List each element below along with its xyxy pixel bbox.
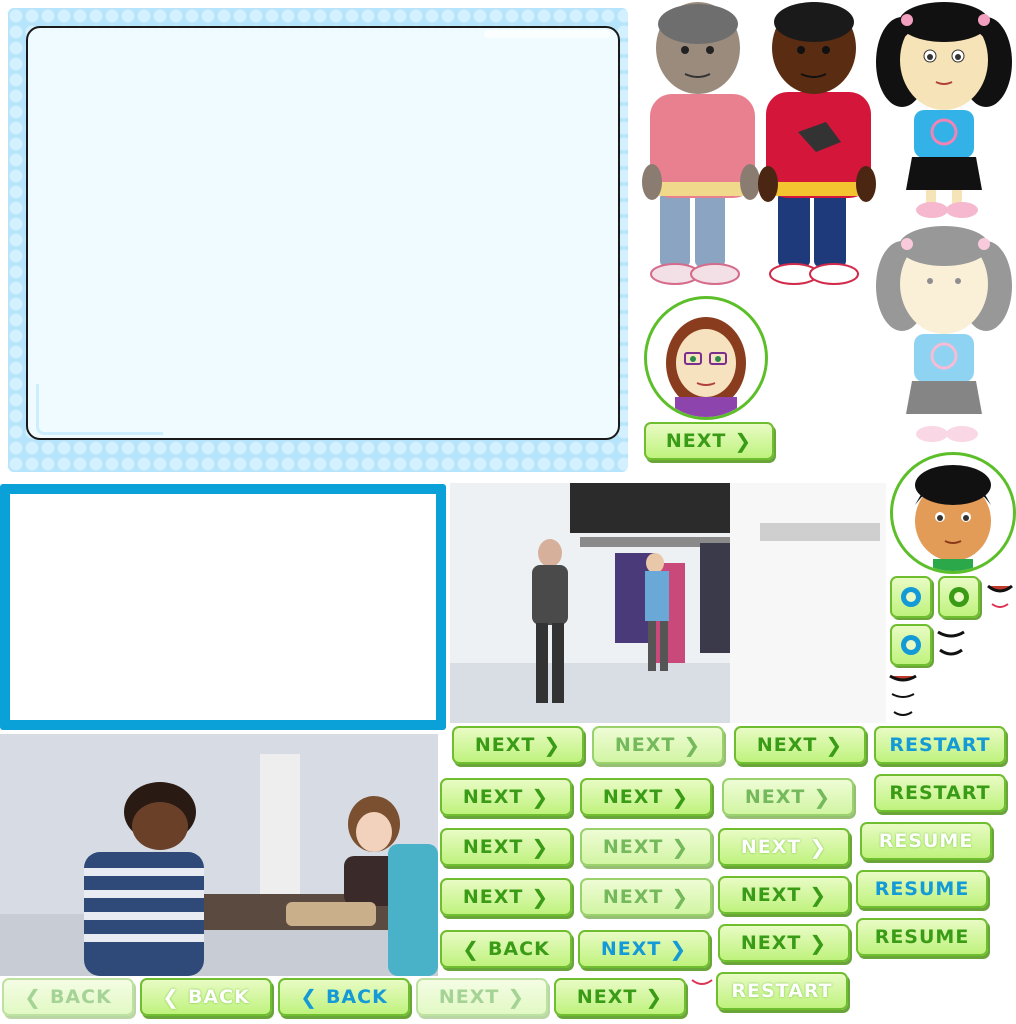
resume-button-label: RESUME [878,830,974,852]
boy-character [758,2,876,285]
chevron-right-icon: ❯ [671,785,690,809]
next-button[interactable]: NEXT ❯ [440,828,572,866]
next-button[interactable]: NEXT ❯ [452,726,584,764]
resume-button-label: RESUME [874,878,970,900]
chevron-right-icon: ❯ [645,985,664,1009]
mouth-sprite [691,979,713,985]
chevron-right-icon: ❯ [531,835,550,859]
chevron-right-icon: ❯ [507,985,526,1009]
resume-button[interactable]: RESUME [856,870,988,908]
refresh-button[interactable] [890,576,932,618]
panel-gloss [484,30,610,38]
teacher-face-icon [666,317,746,417]
teacher-avatar [644,296,768,420]
chevron-right-icon: ❯ [671,835,690,859]
chevron-right-icon: ❯ [683,733,702,757]
chevron-right-icon: ❯ [531,785,550,809]
chevron-left-icon: ❮ [300,985,318,1009]
chevron-right-icon: ❯ [813,785,832,809]
refresh-button[interactable] [890,624,932,666]
back-button[interactable]: ❮ BACK [2,978,134,1016]
next-button[interactable]: NEXT ❯ [580,828,712,866]
chevron-right-icon: ❯ [825,733,844,757]
restart-button-label: RESTART [889,734,991,756]
chevron-right-icon: ❯ [734,429,753,453]
back-button-label: BACK [49,986,112,1008]
chevron-left-icon: ❮ [162,985,180,1009]
resume-button[interactable]: RESUME [860,822,992,860]
next-button-label: NEXT [462,886,524,908]
dialog-panel-blue-content [10,494,436,720]
next-button-label: NEXT [740,836,802,858]
next-button[interactable]: NEXT ❯ [440,778,572,816]
next-button[interactable]: NEXT ❯ [718,828,850,866]
next-button-label: NEXT [744,786,806,808]
hallway-photo [450,483,886,723]
next-button-label: NEXT [462,786,524,808]
chevron-right-icon: ❯ [669,937,688,961]
chevron-right-icon: ❯ [543,733,562,757]
chevron-right-icon: ❯ [531,885,550,909]
back-button[interactable]: ❮ BACK [140,978,272,1016]
boy-character-faded [642,2,760,285]
restart-button[interactable]: RESTART [716,972,848,1010]
next-button-label: NEXT [600,938,662,960]
mouth-sprite [889,674,917,716]
boy-avatar [890,452,1016,574]
refresh-icon [901,587,921,607]
cafeteria-photo [0,734,438,976]
mouth-sprite [937,630,965,656]
next-button-label: NEXT [614,734,676,756]
chevron-right-icon: ❯ [809,835,828,859]
resume-button[interactable]: RESUME [856,918,988,956]
chevron-right-icon: ❯ [809,883,828,907]
next-button[interactable]: NEXT ❯ [580,878,712,916]
next-button-label: NEXT [602,786,664,808]
next-button-label: NEXT [576,986,638,1008]
chevron-right-icon: ❯ [671,885,690,909]
girl-character-faded [876,226,1012,442]
next-button[interactable]: NEXT ❯ [554,978,686,1016]
restart-button-label: RESTART [889,782,991,804]
boy-face-icon [915,465,991,571]
girl-character [876,2,1012,218]
refresh-icon [949,587,969,607]
back-button-label: BACK [325,986,388,1008]
restart-button[interactable]: RESTART [874,774,1006,812]
restart-button-label: RESTART [731,980,833,1002]
next-button-label: NEXT [740,932,802,954]
next-button[interactable]: NEXT ❯ [722,778,854,816]
next-button-label: NEXT [740,884,802,906]
back-button[interactable]: ❮ BACK [278,978,410,1016]
next-button[interactable]: NEXT ❯ [644,422,774,460]
back-button-label: BACK [487,938,550,960]
next-button-label: NEXT [462,836,524,858]
chevron-left-icon: ❮ [462,937,480,961]
mouth-sprite [987,584,1013,608]
panel-gloss [36,384,163,435]
next-button-label: NEXT [665,430,727,452]
next-button-label: NEXT [602,836,664,858]
next-button-label: NEXT [474,734,536,756]
restart-button[interactable]: RESTART [874,726,1006,764]
next-button[interactable]: NEXT ❯ [718,924,850,962]
chevron-left-icon: ❮ [24,985,42,1009]
back-button-label: BACK [187,986,250,1008]
next-button[interactable]: NEXT ❯ [718,876,850,914]
next-button[interactable]: NEXT ❯ [440,878,572,916]
chevron-right-icon: ❯ [809,931,828,955]
next-button-label: NEXT [602,886,664,908]
refresh-icon [901,635,921,655]
refresh-button[interactable] [938,576,980,618]
next-button[interactable]: NEXT ❯ [592,726,724,764]
dialog-panel-large-content [26,26,620,440]
next-button[interactable]: NEXT ❯ [578,930,710,968]
next-button[interactable]: NEXT ❯ [416,978,548,1016]
next-button-label: NEXT [438,986,500,1008]
next-button[interactable]: NEXT ❯ [734,726,866,764]
next-button-label: NEXT [756,734,818,756]
back-button[interactable]: ❮ BACK [440,930,572,968]
next-button[interactable]: NEXT ❯ [580,778,712,816]
resume-button-label: RESUME [874,926,970,948]
